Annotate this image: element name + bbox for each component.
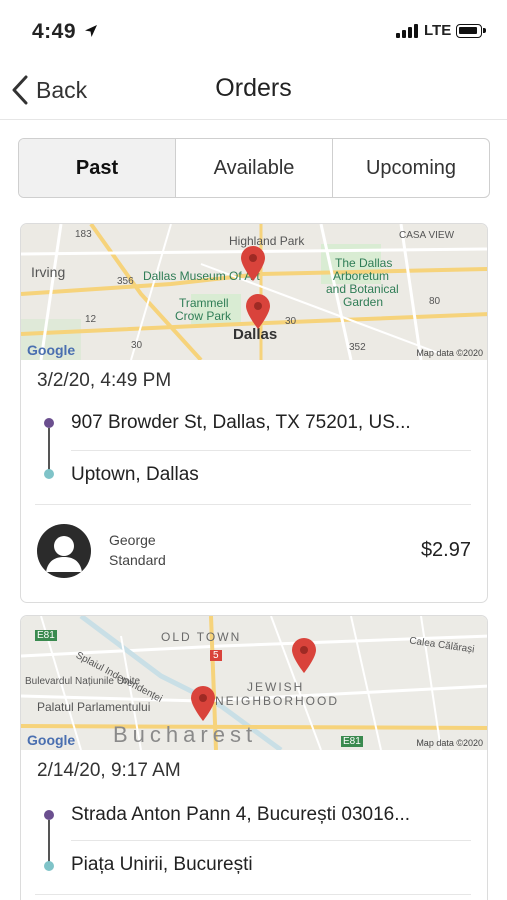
map-label-arboretum-4: Garden [343,295,384,309]
map-label-arboretum-3: and Botanical [326,282,399,296]
driver-name: George [109,532,156,548]
pickup-pin-icon [292,638,316,673]
map-attribution: Map data ©2020 [416,348,483,358]
order-tabs: Past Available Upcoming [18,138,490,198]
map-label-route-80: 80 [429,296,441,307]
order-datetime: 3/2/20, 4:49 PM [37,370,172,391]
map-label-crow-park: Crow Park [175,309,232,323]
route-connector [48,428,50,470]
map-label-bucharest: Bucharest [113,722,258,747]
tab-past[interactable]: Past [19,139,176,197]
map-label-jewish: JEWISH [247,680,305,694]
map-label-e81-a: E81 [35,630,57,641]
map-label-route-30b: 30 [131,340,143,351]
map-label-route-5: 5 [210,650,222,661]
pickup-dot-icon [44,418,54,428]
person-avatar-icon [37,524,91,578]
map-label-natiunile-unite: Bulevardul Națiunile Unite [25,676,141,687]
tab-upcoming[interactable]: Upcoming [333,139,489,197]
google-logo: Google [27,732,76,748]
dropoff-pin-icon [246,294,270,329]
order-price: $2.97 [420,539,471,561]
map-label-casa-view: CASA VIEW [399,230,455,241]
pickup-dot-icon [44,810,54,820]
map-label-arboretum-2: Arboretum [333,269,390,283]
map-label-route-12: 12 [85,314,97,325]
section-divider [35,894,471,895]
signal-bars-icon [396,24,420,38]
status-bar: 4:49 LTE [0,0,507,60]
route-map[interactable]: Highland Park CASA VIEW Irving Dallas Mu… [21,224,487,360]
section-divider [35,504,471,505]
route-connector [48,820,50,862]
pickup-pin-icon [241,246,265,281]
tab-available[interactable]: Available [176,139,333,197]
service-level: Standard [109,552,166,568]
map-label-route-30a: 30 [285,316,297,327]
dropoff-address: Uptown, Dallas [71,464,199,485]
map-label-route-183: 183 [75,229,92,240]
map-label-trammell: Trammell [179,296,229,310]
map-label-arboretum-1: The Dallas [335,256,393,270]
dropoff-pin-icon [191,686,215,721]
location-arrow-icon [85,25,97,37]
map-label-palatul: Palatul Parlamentului [37,700,151,714]
dropoff-dot-icon [44,861,54,871]
page-title: Orders [215,74,292,102]
map-label-neighborhood: NEIGHBORHOOD [215,694,340,708]
order-card[interactable]: Highland Park CASA VIEW Irving Dallas Mu… [20,223,488,603]
map-label-route-352: 352 [349,342,366,353]
map-label-e81-b: E81 [341,736,363,747]
map-label-irving: Irving [31,264,66,280]
address-divider [71,840,471,841]
dropoff-dot-icon [44,469,54,479]
order-card[interactable]: OLD TOWN Calea Călărași Splaiul Independ… [20,615,488,900]
navigation-bar: Back Orders [0,60,507,120]
pickup-address: Strada Anton Pann 4, București 03016... [71,804,411,825]
dropoff-address: Piața Unirii, București [71,854,253,875]
map-label-old-town: OLD TOWN [161,630,242,644]
map-label-route-356: 356 [117,276,134,287]
address-divider [71,450,471,451]
map-attribution: Map data ©2020 [416,738,483,748]
battery-icon [456,24,486,38]
route-map[interactable]: OLD TOWN Calea Călărași Splaiul Independ… [21,616,487,750]
network-type: LTE [424,22,452,39]
status-time: 4:49 [32,20,77,43]
google-logo: Google [27,342,76,358]
pickup-address: 907 Browder St, Dallas, TX 75201, US... [71,412,411,433]
order-datetime: 2/14/20, 9:17 AM [37,760,181,781]
